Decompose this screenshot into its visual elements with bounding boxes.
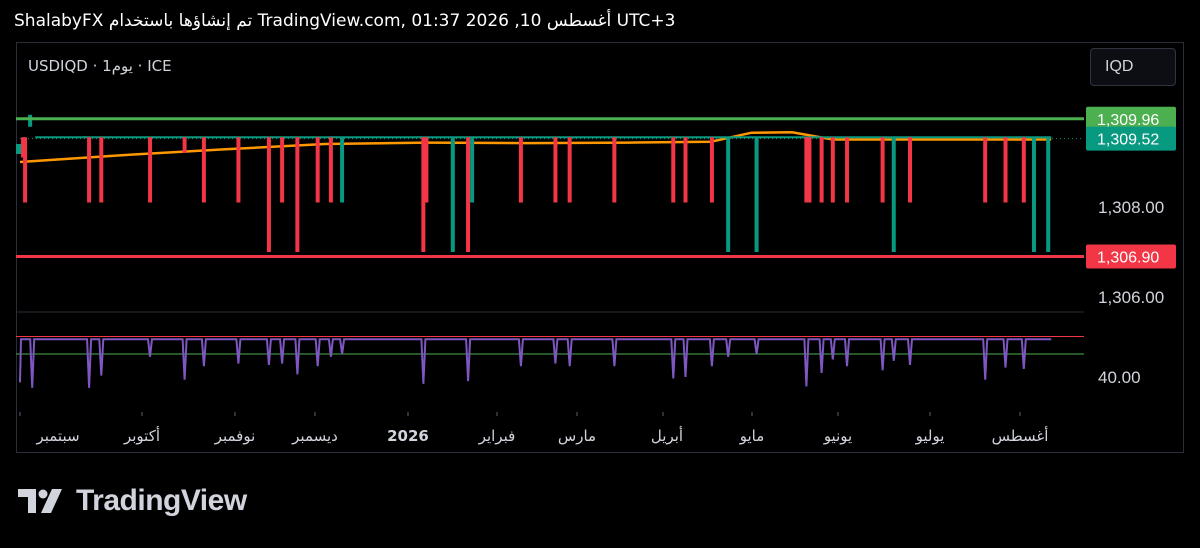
candle-37 — [1003, 137, 1008, 203]
candle-24 — [683, 137, 688, 203]
candle-13 — [340, 137, 345, 203]
time-label: أبريل — [651, 426, 683, 445]
tradingview-logo[interactable]: TradingView — [18, 484, 247, 518]
chart-canvas: 1,308.00 1,306.00 40.00 1,309.96 1,309.52 1,3… — [16, 106, 1176, 445]
candle-32 — [845, 137, 850, 203]
time-label: ديسمبر — [291, 427, 338, 445]
rsi-pane — [16, 336, 1084, 388]
time-label: مايو — [739, 427, 765, 445]
candle-36 — [983, 137, 988, 203]
candle-10 — [295, 137, 300, 252]
time-label: فبراير — [478, 427, 516, 445]
candle-16 — [450, 137, 455, 252]
candle-30 — [819, 137, 824, 203]
candle-39 — [1031, 137, 1036, 252]
candles — [16, 114, 1052, 252]
tradingview-logo-icon — [18, 489, 62, 513]
candle-35 — [908, 137, 913, 203]
candle-22 — [612, 137, 617, 203]
rsi-line — [19, 338, 1052, 388]
candle-spike — [28, 114, 33, 127]
candle-12 — [328, 137, 333, 203]
candle-40 — [1046, 137, 1051, 252]
candle-18 — [470, 137, 475, 203]
candle-26 — [726, 137, 731, 252]
grid — [16, 138, 1084, 313]
candle-20 — [553, 137, 558, 203]
candle-34 — [891, 137, 896, 252]
time-label: مارس — [558, 427, 596, 445]
candle-27 — [754, 137, 759, 252]
candle-38 — [1021, 137, 1026, 203]
last-price-badge-text: 1,309.52 — [1097, 132, 1159, 149]
candle-17 — [466, 137, 471, 252]
candle-8 — [266, 137, 271, 252]
candle-25 — [709, 137, 714, 203]
price-tick-label: 1,306.00 — [1098, 288, 1164, 307]
candle-11 — [315, 137, 320, 203]
candle-9 — [280, 137, 285, 203]
price-tick-label: 1,308.00 — [1098, 198, 1164, 217]
candle-33 — [880, 137, 885, 203]
candle-5 — [182, 137, 187, 153]
support-badge-text: 1,306.90 — [1097, 250, 1159, 267]
candle-15 — [424, 137, 429, 203]
candle-29 — [807, 137, 812, 203]
candle-31 — [830, 137, 835, 203]
time-label: أغسطس — [992, 426, 1049, 445]
resistance-badge-text: 1,309.96 — [1097, 112, 1159, 129]
time-label: يوليو — [915, 427, 945, 445]
rsi-tick-label: 40.00 — [1098, 368, 1141, 387]
brand-name: TradingView — [76, 484, 247, 517]
time-label: 2026 — [387, 427, 429, 445]
candle-3 — [99, 137, 104, 203]
time-label: أكتوبر — [123, 426, 160, 445]
time-label: سبتمبر — [35, 427, 79, 445]
candle-6 — [201, 137, 206, 203]
axis-labels: 1,308.00 1,306.00 40.00 1,309.96 1,309.52 1,3… — [19, 106, 1176, 445]
candle-19 — [518, 137, 523, 203]
candle-2 — [87, 137, 92, 203]
candle-4 — [148, 137, 153, 203]
time-label: يونيو — [823, 427, 852, 445]
candle-23 — [671, 137, 676, 203]
candle-7 — [236, 137, 241, 203]
candle-1 — [23, 137, 28, 203]
candle-21 — [567, 137, 572, 203]
time-label: نوفمبر — [214, 427, 256, 445]
